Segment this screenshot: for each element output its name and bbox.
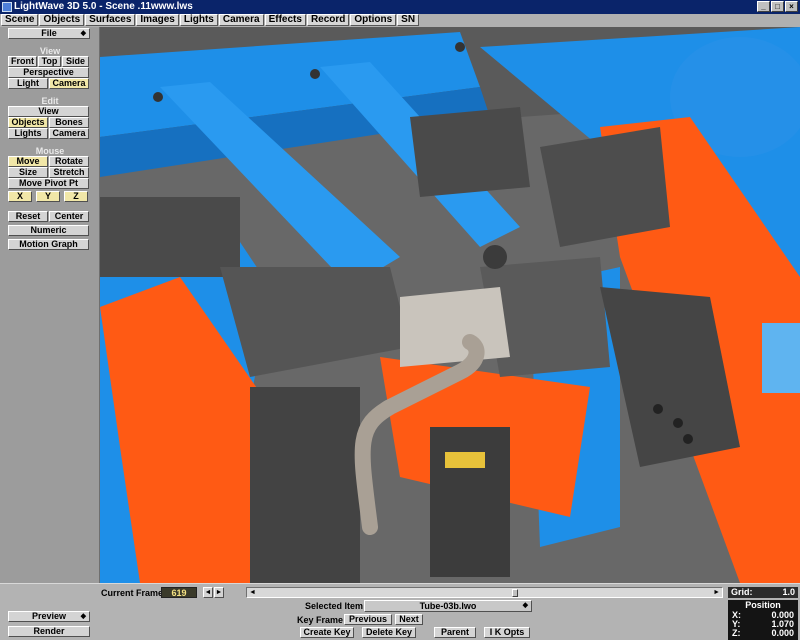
move-pivot-button[interactable]: Move Pivot Pt: [8, 178, 89, 189]
frame-next-button[interactable]: ►: [214, 587, 224, 598]
close-button[interactable]: ×: [785, 1, 798, 12]
current-frame-field[interactable]: 619: [161, 587, 197, 598]
edit-section-label: Edit: [41, 96, 59, 106]
move-button[interactable]: Move: [8, 156, 48, 167]
menu-objects[interactable]: Objects: [39, 14, 85, 26]
selected-item-value: Tube-03b.lwo: [419, 601, 477, 611]
ik-opts-button[interactable]: I K Opts: [484, 627, 530, 638]
next-key-button[interactable]: Next: [395, 614, 423, 625]
file-button[interactable]: File ◆: [8, 28, 90, 39]
mouse-section-label: Mouse: [35, 146, 65, 156]
maximize-button[interactable]: □: [771, 1, 784, 12]
preview-label: Preview: [31, 611, 67, 621]
delete-key-button[interactable]: Delete Key: [362, 627, 416, 638]
title-bar[interactable]: LightWave 3D 5.0 - Scene .11www.lws _ □ …: [0, 0, 800, 14]
menu-bar: Scene Objects Surfaces Images Lights Cam…: [0, 14, 800, 27]
current-frame-label: Current Frame: [101, 588, 164, 598]
perspective-view-button[interactable]: Perspective: [8, 67, 89, 78]
grid-label: Grid:: [731, 587, 753, 597]
top-view-button[interactable]: Top: [38, 56, 61, 67]
app-icon: [2, 2, 12, 12]
bolt-6: [683, 434, 693, 444]
bolt-5: [673, 418, 683, 428]
view-section-label: View: [39, 46, 61, 56]
lightwave-window: LightWave 3D 5.0 - Scene .11www.lws _ □ …: [0, 0, 800, 640]
front-view-button[interactable]: Front: [8, 56, 37, 67]
hydraulic-cylinder: [430, 427, 510, 577]
steel-clamp: [540, 127, 670, 247]
position-z-row: Z: 0.000: [728, 629, 798, 638]
axis-x-button[interactable]: X: [8, 191, 32, 202]
window-title: LightWave 3D 5.0 - Scene .11www.lws: [14, 1, 193, 12]
left-panel: File ◆ View Front Top Side Perspective L…: [0, 27, 100, 583]
preview-button[interactable]: Preview ◆: [8, 611, 90, 622]
menu-camera[interactable]: Camera: [218, 14, 264, 26]
menu-effects[interactable]: Effects: [264, 14, 306, 26]
axis-z-button[interactable]: Z: [64, 191, 88, 202]
selected-item-dropdown[interactable]: Tube-03b.lwo ◆: [364, 600, 532, 612]
menu-sn[interactable]: SN: [397, 14, 420, 26]
axis-y-button[interactable]: Y: [36, 191, 60, 202]
position-z-value: 0.000: [771, 628, 794, 638]
pivot-bolt: [483, 245, 507, 269]
steel-lower-rollers: [250, 387, 360, 583]
reset-button[interactable]: Reset: [8, 211, 48, 222]
stretch-button[interactable]: Stretch: [49, 167, 89, 178]
render-button[interactable]: Render: [8, 626, 90, 637]
menu-options[interactable]: Options: [350, 14, 397, 26]
light-view-button[interactable]: Light: [8, 78, 48, 89]
frame-prev-button[interactable]: ◄: [203, 587, 213, 598]
warning-label: [445, 452, 485, 468]
numeric-button[interactable]: Numeric: [8, 225, 89, 236]
edit-bones-button[interactable]: Bones: [49, 117, 89, 128]
slider-right-arrow-icon[interactable]: ►: [713, 588, 720, 597]
create-key-button[interactable]: Create Key: [300, 627, 354, 638]
edit-objects-button[interactable]: Objects: [8, 117, 48, 128]
frame-slider-thumb[interactable]: [511, 589, 518, 597]
logo-decal: [762, 323, 800, 393]
dropdown-arrow-icon: ◆: [80, 30, 86, 37]
edit-view-button[interactable]: View: [8, 106, 89, 117]
camera-viewport[interactable]: [100, 27, 800, 583]
rotate-button[interactable]: Rotate: [49, 156, 89, 167]
selected-item-label: Selected Item: [305, 601, 364, 611]
steel-block-top: [410, 107, 530, 197]
menu-images[interactable]: Images: [136, 14, 179, 26]
parent-button[interactable]: Parent: [434, 627, 476, 638]
grid-size-display[interactable]: Grid: 1.0: [728, 587, 798, 598]
grid-value: 1.0: [782, 587, 795, 597]
bolt-2: [310, 69, 320, 79]
minimize-button[interactable]: _: [757, 1, 770, 12]
bolt-1: [153, 92, 163, 102]
menu-lights[interactable]: Lights: [179, 14, 218, 26]
position-z-label: Z:: [732, 628, 741, 638]
edit-camera-button[interactable]: Camera: [49, 128, 89, 139]
bottom-bar: Current Frame 619 ◄ ► ◄ ► Grid: 1.0 Prev…: [0, 583, 800, 640]
center-button[interactable]: Center: [49, 211, 89, 222]
frame-slider[interactable]: ◄ ►: [246, 587, 723, 598]
position-readout: Position X: 0.000 Y: 1.070 Z: 0.000: [728, 600, 798, 640]
previous-key-button[interactable]: Previous: [344, 614, 392, 625]
file-label: File: [41, 28, 57, 38]
dropdown-arrow-icon: ◆: [522, 602, 528, 609]
key-frame-label: Key Frame: [297, 615, 344, 625]
steel-block-left: [100, 197, 240, 277]
menu-scene[interactable]: Scene: [1, 14, 39, 26]
motion-graph-button[interactable]: Motion Graph: [8, 239, 89, 250]
window-controls: _ □ ×: [757, 1, 798, 12]
size-button[interactable]: Size: [8, 167, 48, 178]
dropdown-arrow-icon: ◆: [80, 613, 86, 620]
bolt-3: [455, 42, 465, 52]
slider-left-arrow-icon[interactable]: ◄: [249, 588, 256, 597]
grey-base-plate: [400, 287, 510, 367]
menu-record[interactable]: Record: [306, 14, 350, 26]
side-view-button[interactable]: Side: [62, 56, 89, 67]
rendered-scene: [100, 27, 800, 583]
edit-lights-button[interactable]: Lights: [8, 128, 48, 139]
menu-surfaces[interactable]: Surfaces: [85, 14, 136, 26]
camera-view-button[interactable]: Camera: [49, 78, 89, 89]
bolt-4: [653, 404, 663, 414]
